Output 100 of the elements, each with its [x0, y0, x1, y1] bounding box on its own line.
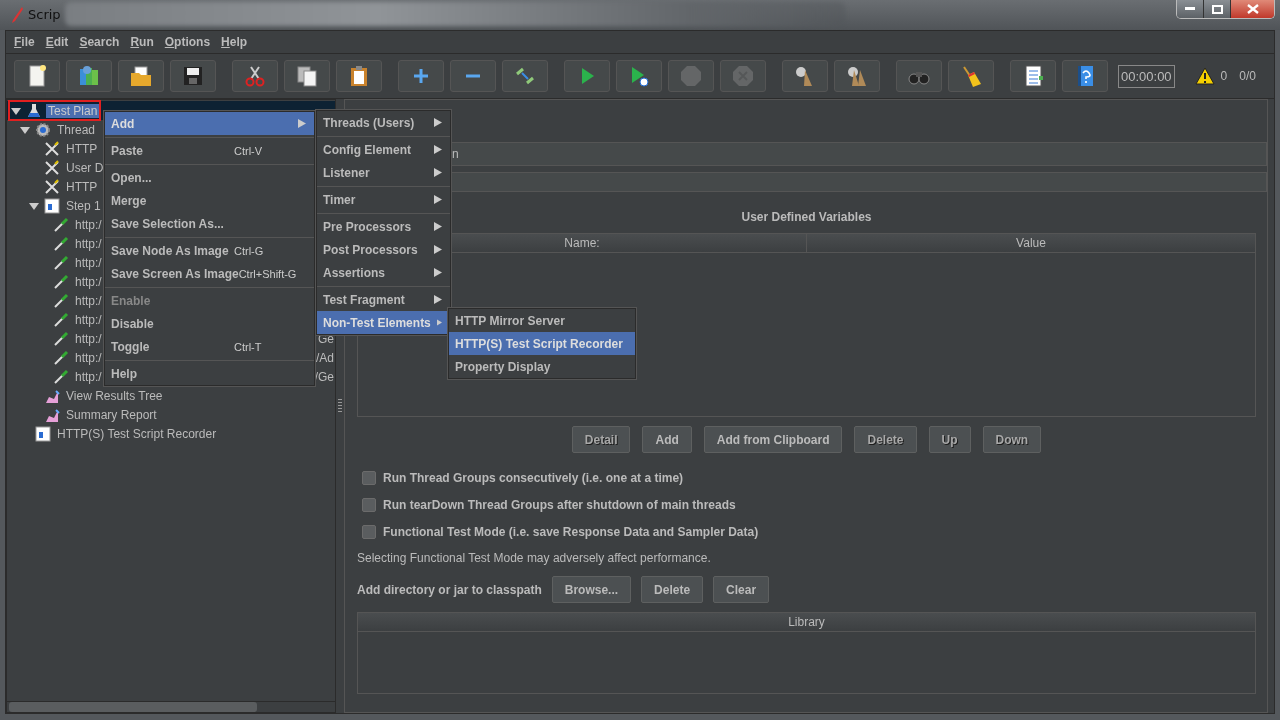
menu-title[interactable]: Run	[130, 35, 154, 49]
maximize-icon	[1211, 4, 1223, 14]
classpath-button[interactable]: Clear	[713, 576, 770, 603]
menu-title[interactable]: Options	[164, 35, 211, 49]
reset-search-button[interactable]	[948, 60, 994, 92]
menu-title[interactable]: Edit	[45, 35, 69, 49]
menu-item[interactable]: Add	[105, 112, 314, 135]
tree-item[interactable]: HTTP(S) Test Script Recorder	[55, 426, 219, 441]
folder-icon	[129, 64, 153, 88]
checkbox[interactable]	[362, 525, 376, 539]
sampler-icon	[53, 216, 69, 233]
tree-item[interactable]: HTTP	[64, 141, 100, 156]
books-icon	[77, 64, 101, 88]
start-button[interactable]	[564, 60, 610, 92]
tree-item[interactable]: Step 1	[64, 198, 103, 213]
sampler-icon	[53, 292, 69, 309]
tree-item[interactable]: http:/	[73, 293, 104, 308]
paste-button[interactable]	[336, 60, 382, 92]
functions-button[interactable]	[1010, 60, 1056, 92]
tree-item-text: /Ad	[316, 350, 335, 365]
clear-button[interactable]	[782, 60, 828, 92]
menu-item[interactable]: Assertions	[317, 261, 450, 284]
classpath-button[interactable]: Browse...	[551, 576, 632, 603]
tree-item[interactable]: Thread	[55, 122, 98, 137]
checkbox-label: Run Thread Groups consecutively (i.e. one at a time)	[383, 471, 684, 485]
classpath-label: Add directory or jar to classpath	[357, 582, 542, 597]
tree-item[interactable]: http:/	[73, 217, 104, 232]
menu-item[interactable]: HTTP Mirror Server	[449, 309, 635, 332]
toggle-button[interactable]	[502, 60, 548, 92]
checkbox-label: Functional Test Mode (i.e. save Response Data and Sampler Data)	[383, 525, 759, 539]
menu-item[interactable]: Threads (Users)	[317, 111, 450, 134]
menu-item[interactable]: Save Selection As...	[105, 212, 314, 235]
menu-item[interactable]: Test Fragment	[317, 288, 450, 311]
menu-item[interactable]: Paste Ctrl-V	[105, 139, 314, 162]
feather-icon	[10, 6, 24, 24]
tree-item[interactable]: View Results Tree	[64, 388, 165, 403]
menu-item[interactable]: Help	[105, 362, 314, 385]
clear-all-button[interactable]	[834, 60, 880, 92]
listener-icon	[44, 406, 60, 423]
templates-button[interactable]	[66, 60, 112, 92]
close-button[interactable]	[1231, 0, 1274, 18]
tree-item[interactable]: http:/	[73, 255, 104, 270]
elapsed-timer: 00:00:00	[1118, 64, 1175, 88]
search-button[interactable]	[896, 60, 942, 92]
checkbox[interactable]	[362, 498, 376, 512]
cut-button[interactable]	[232, 60, 278, 92]
minimize-button[interactable]	[1177, 0, 1204, 18]
expand-button[interactable]	[398, 60, 444, 92]
table-action-button[interactable]: Add from Clipboard	[703, 426, 843, 453]
tree-item[interactable]: Summary Report	[64, 407, 159, 422]
table-action-button[interactable]: Add	[642, 426, 692, 453]
tree-item[interactable]: User D	[64, 160, 106, 175]
start-no-pause-button[interactable]	[616, 60, 662, 92]
tree-item[interactable]: http:/	[73, 312, 104, 327]
help-button[interactable]	[1062, 60, 1108, 92]
warning-icon[interactable]	[1194, 67, 1215, 85]
sampler-icon	[53, 254, 69, 271]
menu-title[interactable]: Help	[221, 35, 248, 49]
listener-icon	[44, 387, 60, 404]
horizontal-scrollbar[interactable]	[7, 701, 335, 712]
menu-item[interactable]: HTTP(S) Test Script Recorder	[449, 332, 635, 355]
sampler-icon	[53, 368, 69, 385]
copy-icon	[295, 64, 319, 88]
splitter-grip[interactable]	[338, 399, 342, 413]
menu-item[interactable]: Timer	[317, 188, 450, 211]
checkbox-label: Run tearDown Thread Groups after shutdown of main threads	[383, 498, 736, 512]
warning-count: 0	[1220, 69, 1228, 83]
column-header: Value	[1015, 235, 1047, 252]
tree-item[interactable]: http:/	[73, 331, 104, 346]
menu-item[interactable]: Toggle Ctrl-T	[105, 335, 314, 358]
menu-item[interactable]: Non-Test Elements	[317, 311, 450, 334]
open-button[interactable]	[118, 60, 164, 92]
menu-item[interactable]: Save Screen As ImageCtrl+Shift-G	[105, 262, 314, 285]
tree-item[interactable]: http:/	[73, 369, 104, 384]
menu-title[interactable]: File	[14, 35, 35, 49]
minimize-icon	[1185, 7, 1195, 11]
menu-item[interactable]: Disable	[105, 312, 314, 335]
copy-button[interactable]	[284, 60, 330, 92]
sampler-icon	[53, 349, 69, 366]
menu-item[interactable]: Property Display	[449, 355, 635, 378]
menu-item[interactable]: Save Node As Image Ctrl-G	[105, 239, 314, 262]
classpath-button[interactable]: Delete	[641, 576, 704, 603]
menu-item[interactable]: Listener	[317, 161, 450, 184]
checkbox[interactable]	[362, 471, 376, 485]
tree-item[interactable]: http:/	[73, 274, 104, 289]
tree-item[interactable]: Test Plan	[46, 103, 100, 118]
minus-icon	[465, 74, 481, 78]
close-icon	[1246, 4, 1259, 14]
menu-item[interactable]: Open...	[105, 166, 314, 189]
menu-item[interactable]: Config Element	[317, 138, 450, 161]
new-button[interactable]	[14, 60, 60, 92]
save-button[interactable]	[170, 60, 216, 92]
octagon-icon	[731, 64, 755, 88]
tree-item[interactable]: http:/	[73, 350, 104, 365]
tree-item[interactable]: HTTP	[64, 179, 100, 194]
menu-title[interactable]: Search	[79, 35, 120, 49]
maximize-button[interactable]	[1204, 0, 1231, 18]
tree-item[interactable]: http:/	[73, 236, 104, 251]
controller-icon	[44, 197, 60, 214]
menu-item[interactable]: Merge	[105, 189, 314, 212]
